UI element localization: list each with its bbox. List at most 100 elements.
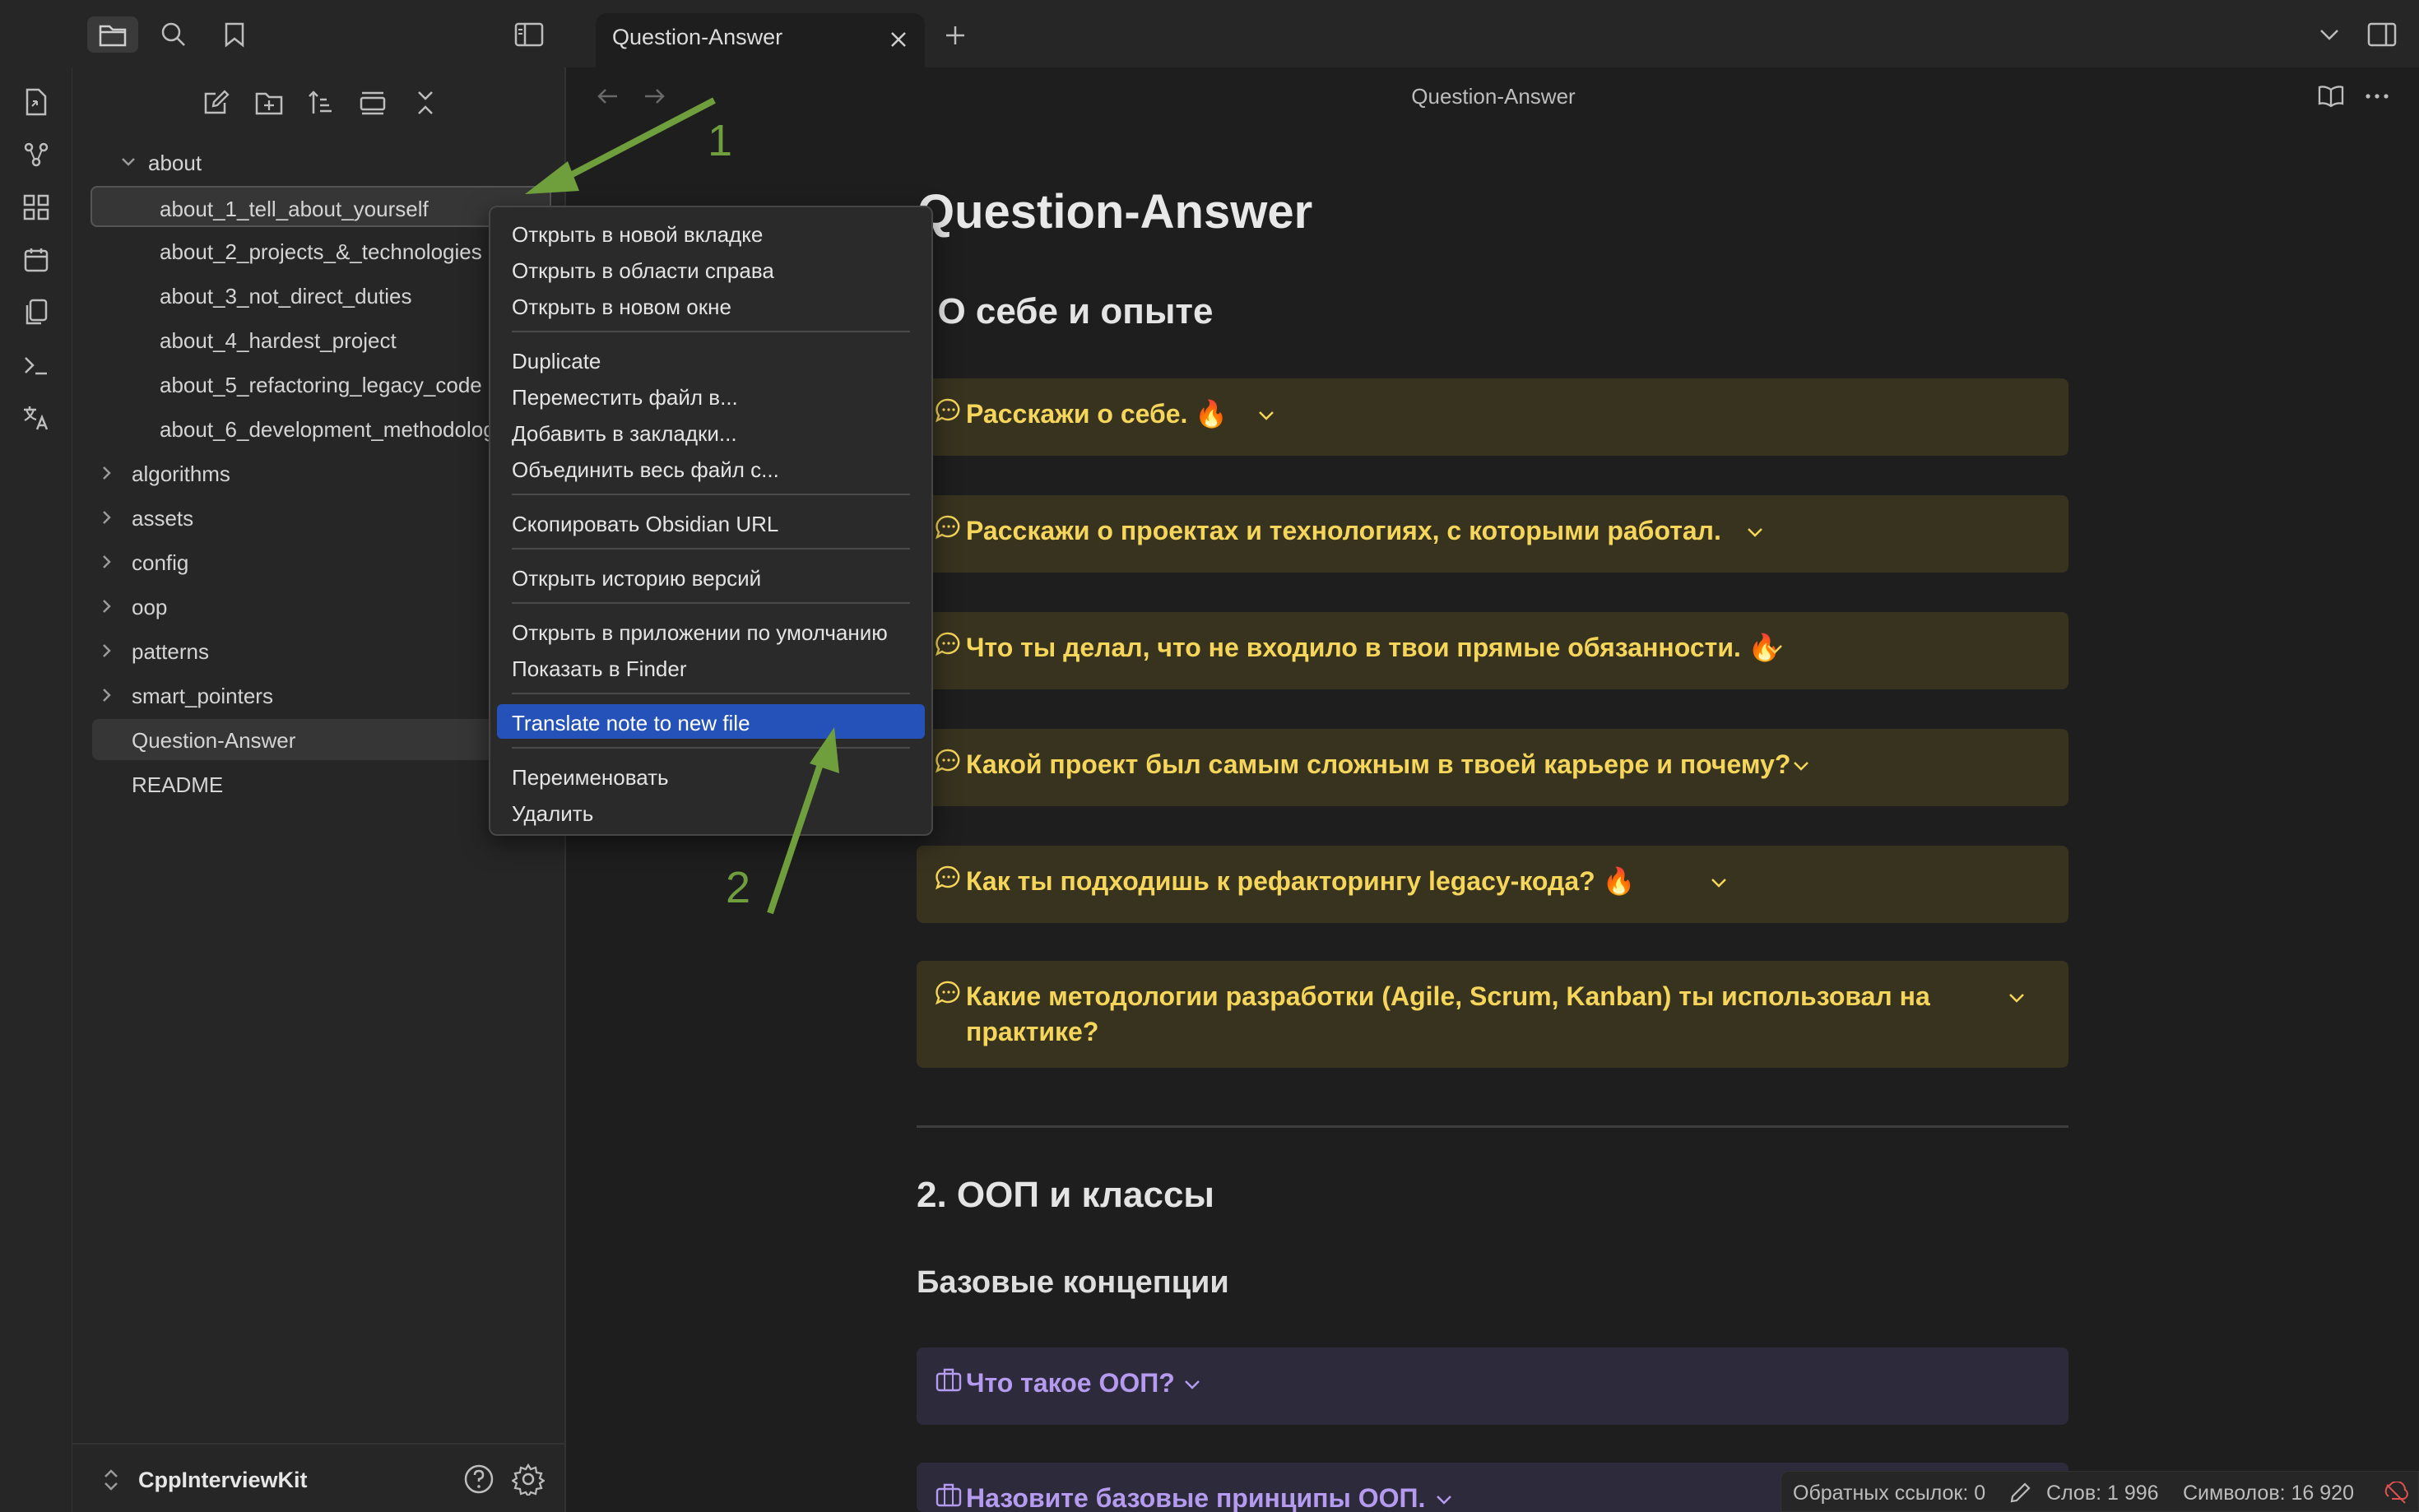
chevron-down-icon[interactable]: [1744, 522, 1766, 543]
sync-error-icon[interactable]: [2384, 1482, 2408, 1505]
view-header-title[interactable]: Question-Answer: [568, 84, 2419, 109]
callout-question[interactable]: Как ты подходишь к рефакторингу legacy-к…: [917, 846, 2068, 923]
help-icon[interactable]: [462, 1463, 495, 1496]
menu-delete[interactable]: Удалить: [497, 795, 925, 829]
backlinks-count[interactable]: Обратных ссылок: 0: [1793, 1482, 1985, 1505]
folder-patterns[interactable]: patterns: [91, 630, 551, 671]
chevron-down-icon[interactable]: [1182, 1374, 1203, 1395]
file-readme[interactable]: README: [91, 763, 551, 805]
new-note-icon[interactable]: [197, 84, 235, 122]
folder-about[interactable]: about: [91, 141, 551, 183]
menu-separator: [512, 548, 910, 550]
tab-question-answer[interactable]: Question-Answer: [596, 13, 925, 67]
more-options-icon[interactable]: [2363, 84, 2393, 110]
callout-title: Расскажи о проектах и технологиях, с кот…: [966, 516, 1721, 545]
sort-icon[interactable]: [301, 84, 339, 122]
speech-bubble-icon: [935, 749, 960, 773]
file-about-1[interactable]: about_1_tell_about_yourself: [91, 186, 551, 227]
folder-oop[interactable]: oop: [91, 586, 551, 627]
callout-question[interactable]: Какой проект был самым сложным в твоей к…: [917, 729, 2068, 806]
callout-question[interactable]: Что такое ООП?: [917, 1347, 2068, 1425]
folder-config[interactable]: config: [91, 541, 551, 582]
callout-title: Что такое ООП?: [966, 1368, 1175, 1398]
terminal-icon[interactable]: [18, 347, 54, 383]
menu-version-history[interactable]: Открыть историю версий: [497, 559, 925, 594]
ribbon: [0, 67, 72, 1512]
new-tab-icon[interactable]: [938, 18, 973, 53]
section-heading-1: . О себе и опыте: [917, 291, 1214, 332]
callout-title: Что ты делал, что не входило в твои прям…: [966, 633, 1781, 662]
annotation-label-1: 1: [708, 116, 733, 165]
chevron-right-icon: [103, 555, 111, 568]
status-bar: Обратных ссылок: 0 Слов: 1 996 Символов:…: [1781, 1471, 2419, 1512]
briefcase-icon: [936, 1483, 962, 1507]
menu-add-bookmark[interactable]: Добавить в закладки...: [497, 415, 925, 449]
translate-icon[interactable]: [18, 400, 54, 436]
menu-open-new-tab[interactable]: Открыть в новой вкладке: [497, 216, 925, 250]
graph-view-icon[interactable]: [18, 137, 54, 173]
folder-assets[interactable]: assets: [91, 497, 551, 538]
file-question-answer[interactable]: Question-Answer: [92, 719, 553, 760]
speech-bubble-icon: [935, 515, 960, 540]
menu-show-in-finder[interactable]: Показать в Finder: [497, 650, 925, 684]
menu-duplicate[interactable]: Duplicate: [497, 342, 925, 377]
sidebar-toggle-icon[interactable]: [504, 16, 555, 53]
section-heading-2: 2. ООП и классы: [917, 1175, 1214, 1215]
title-bar: Question-Answer: [0, 0, 2419, 67]
menu-rename[interactable]: Переименовать: [497, 758, 925, 793]
search-icon[interactable]: [148, 16, 199, 53]
calendar-icon[interactable]: [18, 242, 54, 278]
chevron-down-icon[interactable]: [2006, 987, 2027, 1009]
gear-icon[interactable]: [510, 1463, 546, 1499]
menu-open-right[interactable]: Открыть в области справа: [497, 252, 925, 286]
pencil-icon[interactable]: [2008, 1482, 2031, 1505]
word-count: Слов: 1 996: [2046, 1482, 2159, 1505]
folder-algorithms[interactable]: algorithms: [91, 452, 551, 494]
callout-question[interactable]: Расскажи о проектах и технологиях, с кот…: [917, 495, 2068, 573]
menu-copy-obsidian-url[interactable]: Скопировать Obsidian URL: [497, 505, 925, 540]
chevron-down-icon[interactable]: [1790, 755, 1812, 777]
files-icon[interactable]: [87, 16, 138, 53]
tab-list-chevron-icon[interactable]: [2304, 16, 2355, 53]
menu-separator: [512, 693, 910, 694]
menu-merge-file[interactable]: Объединить весь файл с...: [497, 451, 925, 485]
reading-view-icon[interactable]: [2317, 84, 2347, 110]
vault-switcher[interactable]: CppInterviewKit: [72, 1443, 564, 1512]
callout-title: Какой проект был самым сложным в твоей к…: [966, 749, 1791, 779]
folder-smart-pointers[interactable]: smart_pointers: [91, 675, 551, 716]
char-count: Символов: 16 920: [2183, 1482, 2354, 1505]
bookmark-icon[interactable]: [209, 16, 260, 53]
callout-title: Расскажи о себе. 🔥: [966, 399, 1228, 429]
auto-reveal-icon[interactable]: [354, 84, 392, 122]
close-icon[interactable]: [884, 25, 913, 54]
collapse-all-icon[interactable]: [406, 84, 444, 122]
speech-bubble-icon: [935, 865, 960, 890]
menu-move-file[interactable]: Переместить файл в...: [497, 378, 925, 413]
right-sidebar-toggle-icon[interactable]: [2356, 16, 2407, 53]
templates-icon[interactable]: [18, 295, 54, 331]
menu-separator: [512, 747, 910, 749]
vault-name: CppInterviewKit: [138, 1468, 308, 1492]
chevron-down-icon[interactable]: [1764, 638, 1785, 660]
chevron-down-icon[interactable]: [1433, 1489, 1455, 1510]
chevron-right-icon: [103, 689, 111, 702]
callout-question[interactable]: Расскажи о себе. 🔥: [917, 378, 2068, 456]
menu-separator: [512, 602, 910, 604]
open-quick-switcher-icon[interactable]: [18, 84, 54, 120]
chevron-down-icon[interactable]: [1708, 872, 1730, 893]
chevron-right-icon: [103, 600, 111, 613]
menu-translate-note[interactable]: Translate note to new file: [497, 704, 925, 739]
callout-question[interactable]: Какие методологии разработки (Agile, Scr…: [917, 961, 2068, 1068]
menu-open-default-app[interactable]: Открыть в приложении по умолчанию: [497, 614, 925, 648]
menu-separator: [512, 331, 910, 332]
new-folder-icon[interactable]: [250, 84, 288, 122]
briefcase-icon: [936, 1368, 962, 1392]
chevron-down-icon[interactable]: [1256, 405, 1277, 426]
canvas-icon[interactable]: [18, 189, 54, 225]
menu-open-new-window[interactable]: Открыть в новом окне: [497, 288, 925, 322]
callout-title: Как ты подходишь к рефакторингу legacy-к…: [966, 866, 1636, 896]
tab-title: Question-Answer: [612, 25, 783, 49]
callout-question[interactable]: Что ты делал, что не входило в твои прям…: [917, 612, 2068, 689]
chevron-right-icon: [103, 511, 111, 524]
subsection-heading: Базовые концепции: [917, 1265, 1229, 1300]
